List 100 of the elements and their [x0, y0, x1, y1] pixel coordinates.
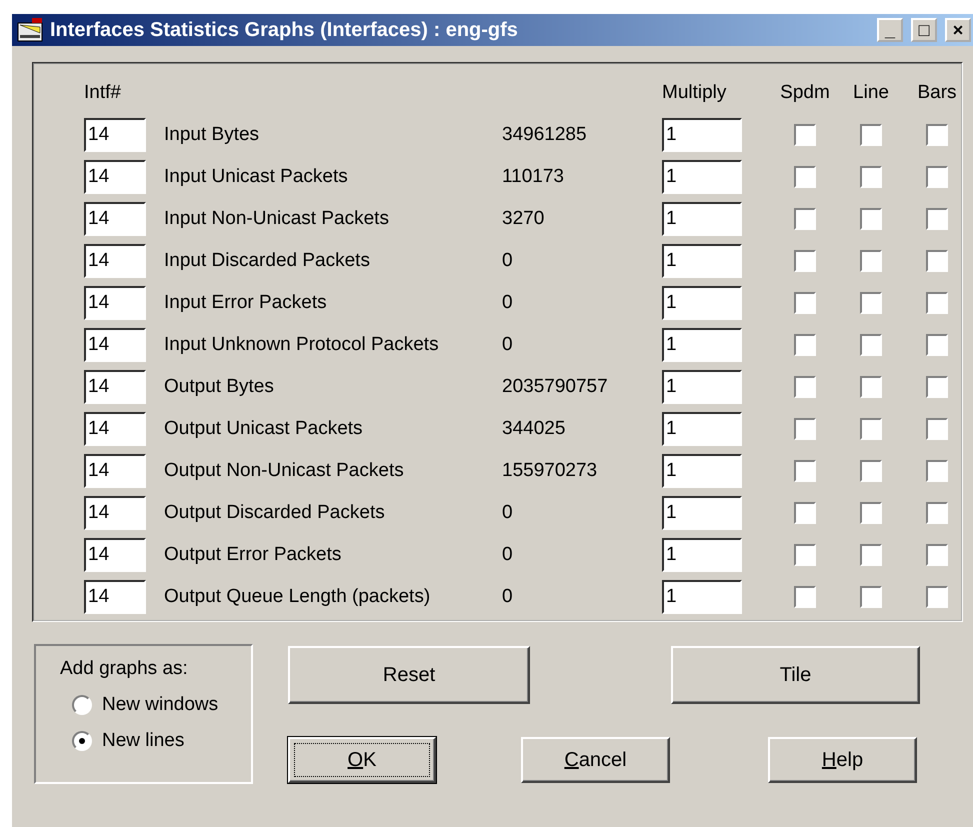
bars-checkbox[interactable]	[926, 292, 948, 314]
spdm-checkbox[interactable]	[794, 292, 816, 314]
statistic-value: 344025	[502, 418, 566, 440]
statistic-value: 34961285	[502, 124, 588, 146]
line-checkbox[interactable]	[860, 586, 882, 608]
column-header: Bars	[917, 82, 957, 104]
maximize-button[interactable]: □	[911, 18, 937, 42]
bars-checkbox[interactable]	[926, 208, 948, 230]
interface-field[interactable]: 14	[84, 538, 146, 572]
line-checkbox[interactable]	[860, 544, 882, 566]
column-header: Intf#	[84, 82, 122, 104]
interface-field[interactable]: 14	[84, 118, 146, 152]
statistic-value: 0	[502, 544, 514, 566]
multiply-field[interactable]: 1	[662, 202, 742, 236]
line-checkbox[interactable]	[860, 166, 882, 188]
statistic-label: Input Non-Unicast Packets	[164, 208, 390, 230]
spdm-checkbox[interactable]	[794, 544, 816, 566]
radio-button[interactable]	[72, 695, 92, 715]
statistic-label: Input Unicast Packets	[164, 166, 349, 188]
interface-field[interactable]: 14	[84, 580, 146, 614]
statistic-value: 155970273	[502, 460, 598, 482]
radio-button[interactable]	[72, 731, 92, 751]
multiply-field[interactable]: 1	[662, 412, 742, 446]
multiply-field[interactable]: 1	[662, 580, 742, 614]
statistic-label: Output Bytes	[164, 376, 275, 398]
multiply-field[interactable]: 1	[662, 244, 742, 278]
dialog-button[interactable]: Help	[768, 737, 917, 783]
interface-field[interactable]: 14	[84, 160, 146, 194]
spdm-checkbox[interactable]	[794, 166, 816, 188]
line-checkbox[interactable]	[860, 208, 882, 230]
bars-checkbox[interactable]	[926, 586, 948, 608]
interface-field[interactable]: 14	[84, 286, 146, 320]
radio-label[interactable]: New windows	[102, 694, 218, 716]
multiply-field[interactable]: 1	[662, 328, 742, 362]
spdm-checkbox[interactable]	[794, 124, 816, 146]
spdm-checkbox[interactable]	[794, 250, 816, 272]
radio-label[interactable]: New lines	[102, 730, 184, 752]
column-header: Spdm	[780, 82, 830, 104]
statistic-label: Output Non-Unicast Packets	[164, 460, 405, 482]
column-header: Line	[853, 82, 889, 104]
app-icon	[16, 17, 44, 43]
interface-field[interactable]: 14	[84, 454, 146, 488]
spdm-checkbox[interactable]	[794, 418, 816, 440]
group-label: Add graphs as:	[60, 658, 189, 680]
line-checkbox[interactable]	[860, 250, 882, 272]
spdm-checkbox[interactable]	[794, 460, 816, 482]
bars-checkbox[interactable]	[926, 418, 948, 440]
interface-field[interactable]: 14	[84, 370, 146, 404]
close-button[interactable]: ×	[945, 18, 971, 42]
bars-checkbox[interactable]	[926, 502, 948, 524]
line-checkbox[interactable]	[860, 418, 882, 440]
multiply-field[interactable]: 1	[662, 118, 742, 152]
statistic-value: 0	[502, 502, 514, 524]
statistic-value: 3270	[502, 208, 546, 230]
statistic-value: 110173	[502, 166, 565, 188]
line-checkbox[interactable]	[860, 292, 882, 314]
minimize-button[interactable]: _	[877, 18, 903, 42]
spdm-checkbox[interactable]	[794, 586, 816, 608]
spdm-checkbox[interactable]	[794, 208, 816, 230]
statistic-label: Output Unicast Packets	[164, 418, 364, 440]
spdm-checkbox[interactable]	[794, 334, 816, 356]
bars-checkbox[interactable]	[926, 166, 948, 188]
interface-field[interactable]: 14	[84, 496, 146, 530]
statistic-label: Input Discarded Packets	[164, 250, 371, 272]
line-checkbox[interactable]	[860, 376, 882, 398]
dialog-button[interactable]: Reset	[288, 646, 530, 704]
bars-checkbox[interactable]	[926, 544, 948, 566]
interface-field[interactable]: 14	[84, 412, 146, 446]
bars-checkbox[interactable]	[926, 460, 948, 482]
line-checkbox[interactable]	[860, 124, 882, 146]
spdm-checkbox[interactable]	[794, 376, 816, 398]
column-header: Multiply	[662, 82, 728, 104]
multiply-field[interactable]: 1	[662, 160, 742, 194]
statistic-label: Output Error Packets	[164, 544, 342, 566]
statistic-value: 2035790757	[502, 376, 609, 398]
line-checkbox[interactable]	[860, 460, 882, 482]
multiply-field[interactable]: 1	[662, 370, 742, 404]
statistic-value: 0	[502, 250, 514, 272]
multiply-field[interactable]: 1	[662, 496, 742, 530]
statistic-label: Output Discarded Packets	[164, 502, 386, 524]
statistic-value: 0	[502, 586, 514, 608]
bars-checkbox[interactable]	[926, 334, 948, 356]
dialog-button[interactable]: OK	[288, 737, 436, 783]
statistic-label: Input Bytes	[164, 124, 260, 146]
multiply-field[interactable]: 1	[662, 538, 742, 572]
line-checkbox[interactable]	[860, 502, 882, 524]
statistic-label: Output Queue Length (packets)	[164, 586, 432, 608]
bars-checkbox[interactable]	[926, 250, 948, 272]
dialog-button[interactable]: Tile	[671, 646, 920, 704]
multiply-field[interactable]: 1	[662, 286, 742, 320]
line-checkbox[interactable]	[860, 334, 882, 356]
multiply-field[interactable]: 1	[662, 454, 742, 488]
spdm-checkbox[interactable]	[794, 502, 816, 524]
interface-field[interactable]: 14	[84, 244, 146, 278]
window-title: Interfaces Statistics Graphs (Interfaces) : eng-gfs	[50, 18, 519, 42]
dialog-button[interactable]: Cancel	[521, 737, 670, 783]
interface-field[interactable]: 14	[84, 328, 146, 362]
interface-field[interactable]: 14	[84, 202, 146, 236]
bars-checkbox[interactable]	[926, 124, 948, 146]
bars-checkbox[interactable]	[926, 376, 948, 398]
